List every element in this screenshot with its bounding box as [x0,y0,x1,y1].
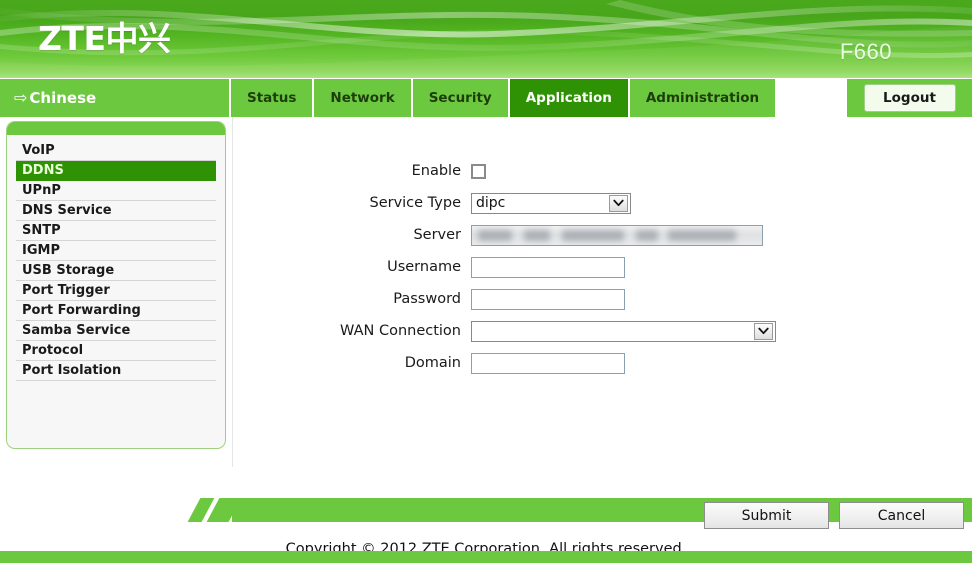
logout-button[interactable]: Logout [863,84,956,112]
language-switch-label: Chinese [29,89,97,107]
form-row-server: Server [233,219,933,251]
tab-application[interactable]: Application [509,79,628,117]
chevron-down-icon [754,322,773,340]
form-row-wan-connection: WAN Connection [233,315,933,347]
enable-label: Enable [411,163,461,179]
enable-checkbox[interactable] [471,163,486,179]
server-control [471,224,763,246]
sidebar-item-ddns[interactable]: DDNS [16,161,216,181]
sidebar-item-upnp[interactable]: UPnP [16,181,216,201]
action-bar: Submit Cancel [0,480,972,529]
ddns-settings-panel: Enable Service Type dipc Server Username… [232,117,972,467]
main-tabs: Status Network Security Application Admi… [231,79,776,117]
domain-label: Domain [404,355,461,371]
server-redacted-value [478,229,748,242]
server-label: Server [413,227,461,243]
form-row-enable: Enable [233,155,933,187]
sidebar-item-port-forwarding[interactable]: Port Forwarding [16,301,216,321]
sidebar-item-dns-service[interactable]: DNS Service [16,201,216,221]
tab-status[interactable]: Status [231,79,313,117]
ddns-form: Enable Service Type dipc Server Username… [233,155,933,379]
sidebar-item-sntp[interactable]: SNTP [16,221,216,241]
sidebar-item-voip[interactable]: VoIP [16,141,216,161]
footer-green-strip [0,551,972,563]
device-model-label: F660 [839,39,892,64]
username-input[interactable] [471,256,625,278]
copyright-text: Copyright © 2012 ZTE Corporation. All ri… [285,541,687,557]
server-input[interactable] [471,224,763,246]
action-buttons: Submit Cancel [704,502,964,529]
service-type-value: dipc [476,195,506,211]
zte-logo: ZTE中兴 [38,19,171,58]
arrow-right-icon: ⇨ [14,88,28,107]
sidebar: VoIP DDNS UPnP DNS Service SNTP IGMP USB… [6,121,226,449]
username-label: Username [387,259,461,275]
sidebar-item-protocol[interactable]: Protocol [16,341,216,361]
domain-control [471,352,625,374]
tab-security[interactable]: Security [412,79,508,117]
username-control [471,256,625,278]
password-input[interactable] [471,288,625,310]
service-type-select[interactable]: dipc [471,192,631,214]
password-control [471,288,625,310]
sidebar-item-port-trigger[interactable]: Port Trigger [16,281,216,301]
sidebar-item-igmp[interactable]: IGMP [16,241,216,261]
wan-connection-label: WAN Connection [340,323,461,339]
sidebar-top-cap [7,122,225,135]
domain-input[interactable] [471,352,625,374]
navigation-bar: ⇨ Chinese Status Network Security Applic… [0,79,972,117]
cancel-button[interactable]: Cancel [839,502,964,529]
router-admin-page: ZTE中兴 F660 ⇨ Chinese Status Network Secu… [0,0,972,563]
tab-administration[interactable]: Administration [629,79,776,117]
chevron-down-icon [609,194,628,212]
sidebar-item-port-isolation[interactable]: Port Isolation [16,361,216,381]
enable-control [471,163,486,179]
wan-connection-control [471,320,776,342]
form-row-service-type: Service Type dipc [233,187,933,219]
service-type-control: dipc [471,192,631,214]
form-row-password: Password [233,283,933,315]
tab-network[interactable]: Network [314,79,411,117]
form-row-domain: Domain [233,347,933,379]
wan-connection-select[interactable] [471,320,776,342]
sidebar-menu: VoIP DDNS UPnP DNS Service SNTP IGMP USB… [7,135,225,381]
submit-button[interactable]: Submit [704,502,829,529]
form-row-username: Username [233,251,933,283]
password-label: Password [393,291,461,307]
body-area: VoIP DDNS UPnP DNS Service SNTP IGMP USB… [0,117,972,563]
language-switch-chinese[interactable]: ⇨ Chinese [0,79,229,117]
page-header: ZTE中兴 F660 [0,0,972,78]
sidebar-item-usb-storage[interactable]: USB Storage [16,261,216,281]
service-type-label: Service Type [369,195,461,211]
logout-container: Logout [847,79,972,117]
sidebar-item-samba-service[interactable]: Samba Service [16,321,216,341]
